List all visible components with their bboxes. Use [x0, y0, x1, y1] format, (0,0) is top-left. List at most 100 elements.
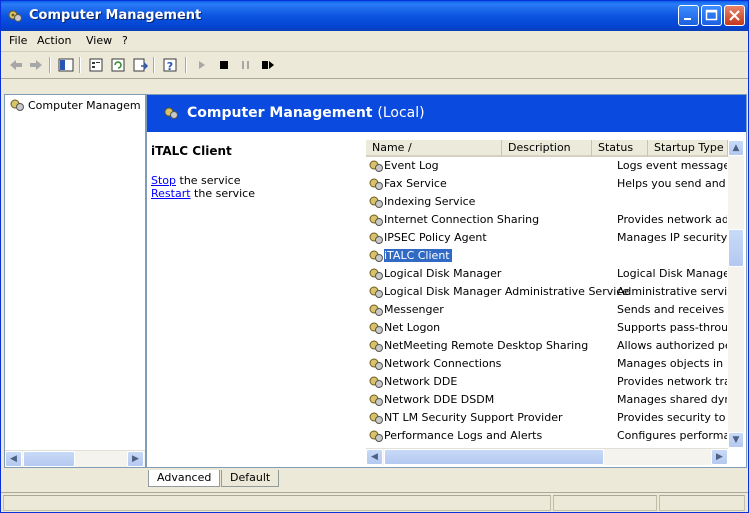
help-icon[interactable]: ? — [161, 56, 179, 74]
table-row[interactable]: Indexing Service — [366, 193, 744, 211]
console-tree[interactable]: Computer Managem ◀ ▶ — [4, 94, 146, 468]
stop-service-link[interactable]: Stop — [151, 174, 176, 187]
close-button[interactable] — [724, 5, 745, 26]
back-arrow-icon[interactable] — [7, 56, 25, 74]
status-pane — [3, 495, 551, 511]
services-list[interactable]: Name / Description Status Startup Type E… — [366, 140, 744, 466]
menu-bar: File Action View ? — [1, 31, 748, 52]
column-header-name[interactable]: Name / — [366, 140, 502, 157]
stop-service-line: Stop the service — [151, 174, 241, 187]
scroll-up-button[interactable]: ▲ — [728, 140, 744, 156]
service-name: Indexing Service — [384, 195, 476, 208]
tab-default[interactable]: Default — [221, 470, 280, 487]
list-horizontal-scrollbar[interactable]: ◀ ▶ — [366, 448, 728, 465]
service-name: Fax Service — [384, 177, 447, 190]
service-description: Sends and receives me — [617, 303, 727, 316]
tree-horizontal-scrollbar[interactable]: ◀ ▶ — [5, 450, 145, 467]
table-row[interactable]: NT LM Security Support Provider Provides … — [366, 409, 744, 427]
toolbar: ? — [1, 52, 748, 79]
list-vertical-scrollbar[interactable]: ▲ ▼ — [728, 140, 744, 448]
selected-service-name: iTALC Client — [151, 144, 232, 158]
scroll-left-button[interactable]: ◀ — [5, 451, 22, 467]
pause-service-icon[interactable] — [237, 56, 255, 74]
menu-file[interactable]: File — [9, 34, 27, 47]
column-header-description[interactable]: Description — [502, 140, 592, 157]
table-row[interactable]: Event Log Logs event messages — [366, 157, 744, 175]
table-row[interactable]: NetMeeting Remote Desktop Sharing Allows … — [366, 337, 744, 355]
window-title: Computer Management — [29, 8, 202, 23]
tab-advanced[interactable]: Advanced — [148, 470, 221, 487]
table-row[interactable]: Net Logon Supports pass-throug — [366, 319, 744, 337]
maximize-button[interactable] — [701, 5, 722, 26]
service-description: Supports pass-throug — [617, 321, 727, 334]
scroll-thumb[interactable] — [728, 229, 744, 267]
menu-action[interactable]: Action — [37, 34, 71, 47]
show-hide-console-tree-icon[interactable] — [57, 56, 75, 74]
forward-arrow-icon[interactable] — [27, 56, 45, 74]
table-row[interactable]: Internet Connection Sharing Provides netw… — [366, 211, 744, 229]
export-list-icon[interactable] — [131, 56, 149, 74]
stop-service-icon[interactable] — [215, 56, 233, 74]
service-description: Manages objects in th — [617, 357, 727, 370]
scroll-down-button[interactable]: ▼ — [728, 432, 744, 448]
start-service-icon[interactable] — [193, 56, 211, 74]
toolbar-separator — [185, 57, 187, 73]
scroll-right-button[interactable]: ▶ — [127, 451, 144, 467]
table-row[interactable]: Logical Disk Manager Logical Disk Manager… — [366, 265, 744, 283]
table-row[interactable]: Performance Logs and Alerts Configures pe… — [366, 427, 744, 445]
service-description: Manages IP security p — [617, 231, 727, 244]
table-row[interactable]: Network DDE Provides network tran — [366, 373, 744, 391]
service-name: IPSEC Policy Agent — [384, 231, 487, 244]
computer-management-icon — [8, 10, 22, 22]
service-description: Provides network tran — [617, 375, 727, 388]
details-header: Computer Management (Local) — [147, 95, 746, 132]
table-row[interactable]: Logical Disk Manager Administrative Serv… — [366, 283, 744, 301]
service-name: Performance Logs and Alerts — [384, 429, 543, 442]
properties-icon[interactable] — [87, 56, 105, 74]
details-title: Computer Management (Local) — [187, 105, 425, 121]
status-pane — [659, 495, 745, 511]
status-pane — [553, 495, 657, 511]
menu-view[interactable]: View — [86, 34, 112, 47]
column-header-startup-type[interactable]: Startup Type — [648, 140, 728, 157]
extended-view-panel: iTALC Client Stop the service Restart th… — [147, 132, 364, 467]
toolbar-separator — [79, 57, 81, 73]
toolbar-separator — [49, 57, 51, 73]
service-gear-icon — [369, 178, 383, 190]
scroll-left-button[interactable]: ◀ — [366, 449, 383, 465]
tree-node-label: Computer Managem — [28, 99, 141, 112]
table-row[interactable]: IPSEC Policy Agent Manages IP security p — [366, 229, 744, 247]
service-gear-icon — [369, 286, 383, 298]
scroll-thumb[interactable] — [23, 451, 75, 467]
minimize-icon — [684, 18, 691, 20]
service-description: Logical Disk Manager V — [617, 267, 727, 280]
service-gear-icon — [369, 232, 383, 244]
view-tabs: Advanced Default — [146, 470, 446, 490]
service-description: Administrative service — [617, 285, 727, 298]
service-name: Internet Connection Sharing — [384, 213, 540, 226]
tree-node-computer-management[interactable]: Computer Managem — [9, 98, 141, 112]
service-gear-icon — [369, 412, 383, 424]
table-row[interactable]: iTALC Client — [366, 247, 744, 265]
service-gear-icon — [369, 394, 383, 406]
restart-service-icon[interactable] — [259, 56, 277, 74]
table-row[interactable]: Messenger Sends and receives me — [366, 301, 744, 319]
service-gear-icon — [369, 214, 383, 226]
service-gear-icon — [369, 358, 383, 370]
title-bar[interactable]: Computer Management — [1, 1, 748, 31]
table-row[interactable]: Network Connections Manages objects in th — [366, 355, 744, 373]
service-name: Net Logon — [384, 321, 441, 334]
table-row[interactable]: Fax Service Helps you send and re — [366, 175, 744, 193]
close-icon — [729, 10, 740, 21]
service-gear-icon — [369, 376, 383, 388]
refresh-icon[interactable] — [109, 56, 127, 74]
scroll-right-button[interactable]: ▶ — [711, 449, 728, 465]
service-description: Helps you send and re — [617, 177, 727, 190]
table-row[interactable]: Network DDE DSDM Manages shared dyna — [366, 391, 744, 409]
scroll-thumb[interactable] — [384, 449, 604, 465]
minimize-button[interactable] — [678, 5, 699, 26]
menu-help[interactable]: ? — [122, 34, 128, 47]
restart-service-link[interactable]: Restart — [151, 187, 191, 200]
service-name: Network DDE DSDM — [384, 393, 495, 406]
column-header-status[interactable]: Status — [592, 140, 648, 157]
